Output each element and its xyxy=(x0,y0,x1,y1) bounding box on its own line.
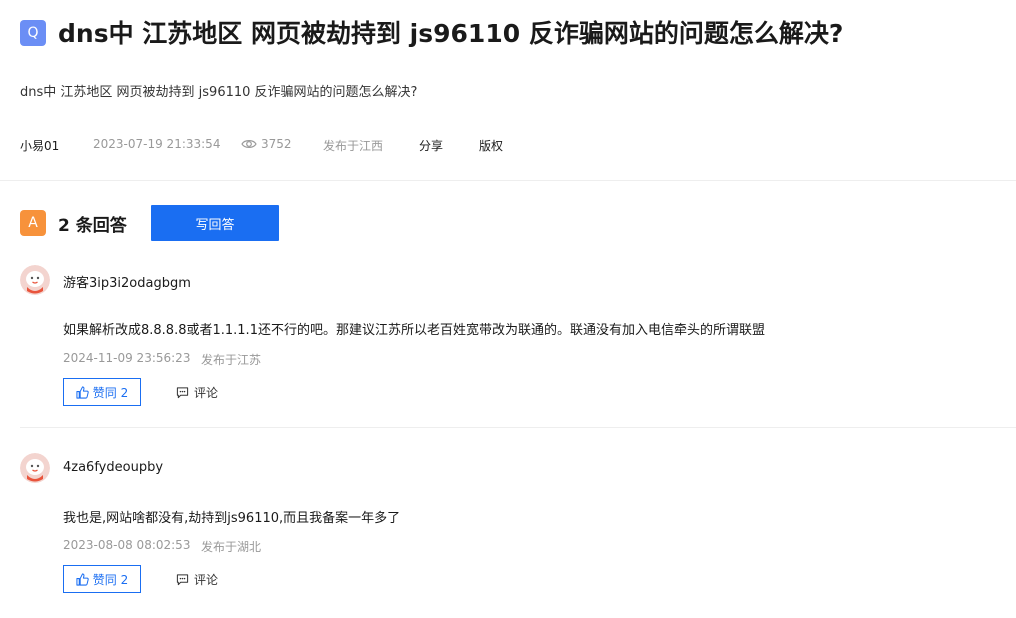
answer-content: 我也是,网站啥都没有,劫持到js96110,而且我备案一年多了 xyxy=(63,511,401,526)
question-title: dns中 江苏地区 网页被劫持到 js96110 反诈骗网站的问题怎么解决? xyxy=(58,19,844,48)
comment-icon xyxy=(176,574,189,586)
answer-content: 如果解析改成8.8.8.8或者1.1.1.1还不行的吧。那建议江苏所以老百姓宽带… xyxy=(63,323,765,338)
question-badge: Q xyxy=(20,20,46,46)
comment-button[interactable]: 评论 xyxy=(176,571,218,588)
answer-count: 2 条回答 xyxy=(58,216,127,236)
user-avatar-icon xyxy=(20,265,50,295)
comment-button[interactable]: 评论 xyxy=(176,384,218,401)
avatar[interactable] xyxy=(20,453,50,483)
answer-time: 2024-11-09 23:56:23 xyxy=(63,351,191,365)
question-author[interactable]: 小易01 xyxy=(20,137,59,154)
answer-badge: A xyxy=(20,210,46,236)
answer-username[interactable]: 4za6fydeoupby xyxy=(63,460,163,475)
question-description: dns中 江苏地区 网页被劫持到 js96110 反诈骗网站的问题怎么解决? xyxy=(20,85,418,100)
answer-location: 发布于江苏 xyxy=(201,353,262,367)
comment-label: 评论 xyxy=(194,573,219,587)
write-answer-button[interactable]: 写回答 xyxy=(151,205,279,241)
user-avatar-icon xyxy=(20,453,50,483)
views-count: 3752 xyxy=(261,137,292,151)
share-button[interactable]: 分享 xyxy=(419,137,443,154)
comment-icon xyxy=(176,387,189,399)
answer-location: 发布于湖北 xyxy=(201,540,262,554)
comment-label: 评论 xyxy=(194,386,219,400)
like-label: 赞同 2 xyxy=(92,385,129,400)
thumbs-up-icon xyxy=(76,385,89,399)
answer-username[interactable]: 游客3ip3i2odagbgm xyxy=(63,272,191,291)
like-button[interactable]: 赞同 2 xyxy=(63,565,141,593)
question-time: 2023-07-19 21:33:54 xyxy=(93,137,221,151)
question-views: 3752 xyxy=(241,137,292,151)
like-label: 赞同 2 xyxy=(92,572,129,587)
eye-icon xyxy=(241,140,257,148)
avatar[interactable] xyxy=(20,265,50,295)
question-location: 发布于江西 xyxy=(323,139,384,153)
thumbs-up-icon xyxy=(76,572,89,586)
answer-divider xyxy=(20,427,1016,428)
section-divider xyxy=(0,180,1016,181)
copyright-button[interactable]: 版权 xyxy=(479,137,503,154)
like-button[interactable]: 赞同 2 xyxy=(63,378,141,406)
answer-time: 2023-08-08 08:02:53 xyxy=(63,538,191,552)
